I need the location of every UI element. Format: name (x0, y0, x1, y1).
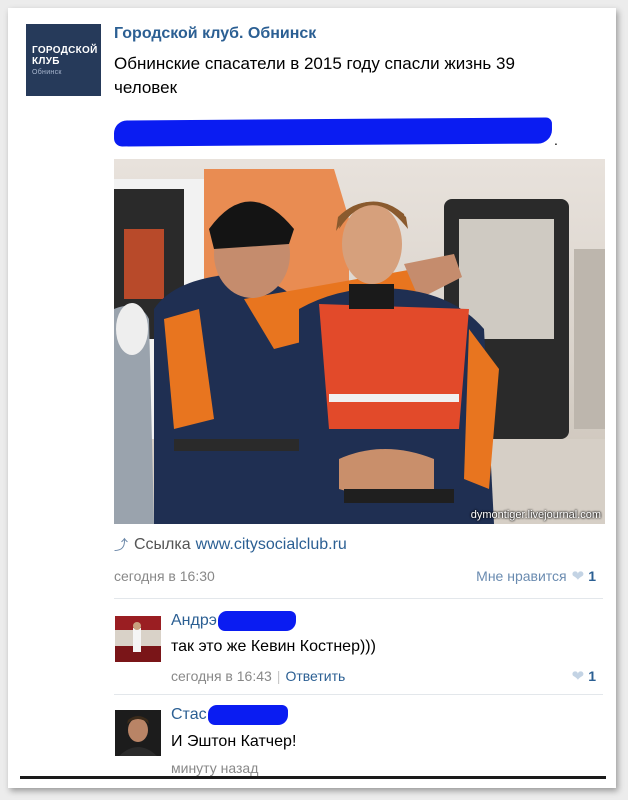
left-person-head (116, 303, 148, 355)
author-redaction (207, 705, 288, 725)
comment-avatar-image (115, 616, 161, 662)
bottom-border (20, 776, 606, 779)
man-right-vest (319, 304, 469, 429)
avatar-title: ГОРОДСКОЙ КЛУБ (32, 45, 98, 67)
comment-avatar[interactable] (115, 616, 161, 662)
divider (114, 694, 603, 695)
link-row: ⤴ Ссылка www.citysocialclub.ru (114, 536, 347, 554)
meta-separator: | (276, 668, 281, 684)
vest-reflective-stripe (329, 394, 459, 402)
man-right-harness (344, 489, 454, 503)
avatar-subtitle: Обнинск (32, 69, 62, 76)
comment-timestamp[interactable]: минуту назад (171, 760, 258, 776)
post-text: Обнинские спасатели в 2015 году спасли ж… (114, 54, 515, 97)
comment-text: так это же Кевин Костнер))) (171, 638, 376, 655)
post-photo[interactable]: dymontiger.livejournal.com (114, 159, 605, 524)
photo-illustration (114, 169, 605, 524)
comment-avatar[interactable] (115, 710, 161, 756)
heart-icon: ❤ (571, 668, 585, 685)
man-left-harness (174, 439, 304, 451)
reply-button[interactable]: Ответить (285, 668, 345, 684)
redaction-mark (113, 117, 553, 147)
group-avatar[interactable]: ГОРОДСКОЙ КЛУБ Обнинск (26, 24, 101, 96)
comment-avatar-image (115, 710, 161, 756)
comment-timestamp[interactable]: сегодня в 16:43 (171, 668, 272, 684)
group-name-link[interactable]: Городской клуб. Обнинск (114, 25, 316, 43)
comment-author-name: Андрэ (171, 612, 217, 629)
photo-watermark: dymontiger.livejournal.com (470, 509, 601, 521)
author-redaction (217, 611, 296, 631)
comment-author[interactable]: Стас (171, 705, 288, 725)
comment-author-name: Стас (171, 706, 207, 723)
background-building (574, 249, 605, 429)
comment-meta: минуту назад (171, 760, 258, 776)
comment-like-count: 1 (588, 668, 596, 684)
link-label: Ссылка (134, 536, 191, 553)
vehicle-interior (124, 229, 164, 299)
comment-author[interactable]: Андрэ (171, 611, 296, 631)
heart-icon: ❤ (571, 568, 585, 585)
divider (114, 598, 603, 599)
comment-meta: сегодня в 16:43 | Ответить (171, 668, 345, 684)
link-arrow-icon: ⤴ (114, 537, 128, 553)
comment-like-button[interactable]: ❤ 1 (567, 667, 596, 685)
like-label: Мне нравится (476, 568, 567, 584)
post-timestamp[interactable]: сегодня в 16:30 (114, 568, 215, 584)
post-card: ГОРОДСКОЙ КЛУБ Обнинск Городской клуб. О… (8, 8, 616, 788)
link-url[interactable]: www.citysocialclub.ru (196, 536, 347, 554)
comment-text: И Эштон Катчер! (171, 733, 297, 750)
post-like-button[interactable]: Мне нравится ❤ 1 (476, 567, 596, 585)
redacted-suffix: . (554, 132, 558, 148)
like-count: 1 (588, 568, 596, 584)
man-right-face (342, 204, 402, 284)
man-right-collar (349, 284, 394, 309)
